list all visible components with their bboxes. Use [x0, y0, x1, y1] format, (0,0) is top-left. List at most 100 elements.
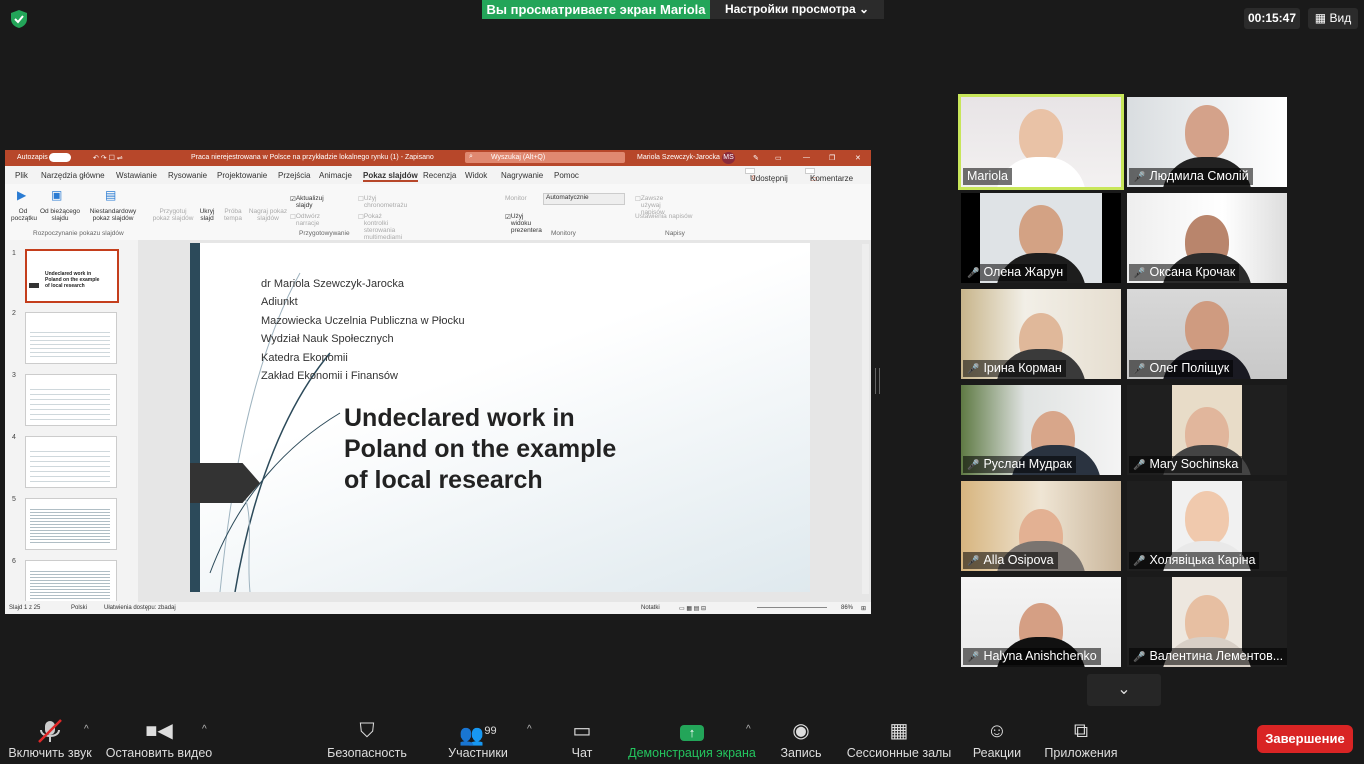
zoom-level[interactable]: 86% [841, 605, 853, 611]
share-button[interactable]: ⇪ Udostępnij [745, 168, 788, 183]
play-from-start-icon[interactable]: ▶ [17, 188, 26, 202]
menu-review[interactable]: Recenzja [423, 171, 456, 180]
menu-slideshow[interactable]: Pokaz slajdów [363, 171, 418, 182]
menu-design[interactable]: Projektowanie [217, 171, 267, 180]
breakout-rooms-button[interactable]: ▦ Сессионные залы [846, 712, 952, 764]
always-captions-checkbox[interactable]: ☐ Zawsze używaj napisów [635, 195, 665, 216]
slide-thumbnail[interactable] [25, 498, 117, 550]
security-button[interactable]: ⛉ Безопасность [322, 712, 412, 764]
participant-tile[interactable]: 🎤 Холявіцька Каріна [1127, 481, 1287, 571]
minimize-icon[interactable]: — [803, 154, 810, 161]
thumb-number: 1 [12, 250, 16, 257]
participant-tile[interactable]: 🎤 Людмила Смолій [1127, 97, 1287, 187]
custom-show-icon[interactable]: ▤ [105, 188, 116, 202]
participant-tile[interactable]: 🎤 Halyna Anishchenko [961, 577, 1121, 667]
participant-tile[interactable]: 🎤 Mary Sochinska [1127, 385, 1287, 475]
panel-splitter[interactable] [875, 368, 880, 394]
monitor-select[interactable]: Automatycznie [543, 193, 625, 205]
slide-thumbnails-pane[interactable]: 1 Undeclared work in Poland on the exampl… [5, 240, 138, 602]
participant-name: Mariola [963, 168, 1012, 185]
chat-button[interactable]: ▭ Чат [555, 712, 609, 764]
menu-transitions[interactable]: Przejścia [278, 171, 310, 180]
pen-icon[interactable]: ✎ [753, 154, 759, 162]
menu-draw[interactable]: Rysowanie [168, 171, 207, 180]
ppt-search-box[interactable]: ⌕ Wyszukaj (Alt+Q) [465, 152, 625, 163]
ppt-user-name: Mariola Szewczyk-Jarocka [637, 154, 720, 161]
view-settings-button[interactable]: Настройки просмотра ⌄ [710, 0, 884, 19]
accessibility-label[interactable]: Ułatwienia dostępu: zbadaj [104, 605, 176, 611]
language-label[interactable]: Polski [71, 605, 87, 611]
slide-thumbnail[interactable]: Undeclared work in Poland on the example o… [25, 249, 119, 303]
participant-tile[interactable]: 🎤 Олег Поліщук [1127, 289, 1287, 379]
comments-button[interactable]: ▭ Komentarze [805, 168, 853, 183]
participants-button[interactable]: 👥99 Участники [440, 712, 516, 764]
fit-slide-icon[interactable]: ⊞ [861, 605, 866, 612]
play-from-current-icon[interactable]: ▣ [51, 188, 62, 202]
prepare-show-button[interactable]: Przygotuj pokaz slajdów [150, 208, 196, 222]
slide-thumbnail[interactable] [25, 436, 117, 488]
from-current-button[interactable]: Od bieżącego slajdu [39, 208, 81, 222]
unmute-button[interactable]: Включить звук [0, 712, 100, 764]
reactions-button[interactable]: ☺ Реакции [968, 712, 1026, 764]
gallery-next-page-button[interactable]: ⌄ [1087, 674, 1161, 706]
menu-plik[interactable]: Plik [15, 171, 28, 180]
muted-mic-icon: 🎤 [967, 460, 980, 471]
hide-slide-button[interactable]: Ukryj slajd [197, 208, 217, 222]
reactions-smiley-icon: ☺ [986, 720, 1008, 742]
chevron-up-icon[interactable]: ^ [746, 724, 751, 735]
notes-button[interactable]: Notatki [641, 605, 660, 611]
use-timing-checkbox[interactable]: ☐ Użyj chronometrażu [358, 195, 407, 209]
menu-record[interactable]: Nagrywanie [501, 171, 543, 180]
menu-animations[interactable]: Animacje [319, 171, 352, 180]
slide-thumbnail[interactable] [25, 374, 117, 426]
apps-button[interactable]: ⧉ Приложения [1042, 712, 1120, 764]
maximize-icon[interactable]: ❐ [829, 154, 835, 162]
presenter-view-checkbox[interactable]: ☑ Użyj widoku prezentera [505, 213, 542, 234]
rehearse-button[interactable]: Próba tempa [221, 208, 245, 222]
slide-thumbnail[interactable] [25, 560, 117, 601]
video-button[interactable]: ■◀ Остановить видео [104, 712, 214, 764]
record-button[interactable]: ◉ Запись [774, 712, 828, 764]
avatar[interactable]: MS [722, 152, 735, 164]
vertical-scrollbar[interactable] [862, 244, 869, 594]
slide-editor[interactable]: dr Mariola Szewczyk-Jarocka Adiunkt Mazo… [138, 240, 871, 602]
autosave-toggle[interactable] [49, 153, 71, 162]
menu-home[interactable]: Narzędzia główne [41, 171, 105, 180]
menu-insert[interactable]: Wstawianie [116, 171, 157, 180]
ribbon-display-icon[interactable]: ▭ [775, 154, 782, 162]
participant-tile[interactable]: 🎤 Руслан Мудрак [961, 385, 1121, 475]
show-media-checkbox[interactable]: ☐ Pokaż kontrolki sterowania multimediam… [358, 213, 402, 241]
undo-icon[interactable]: ↶ ↷ ☐ ⇌ [93, 154, 123, 162]
participant-tile[interactable]: 🎤 Оксана Крочак [1127, 193, 1287, 283]
chevron-down-icon: ⌄ [1117, 681, 1131, 698]
custom-show-button[interactable]: Niestandardowy pokaz slajdów [87, 208, 139, 222]
current-slide[interactable]: dr Mariola Szewczyk-Jarocka Adiunkt Mazo… [190, 243, 810, 592]
chevron-up-icon[interactable]: ^ [84, 724, 89, 735]
apps-label: Приложения [1044, 746, 1118, 760]
play-narration-checkbox[interactable]: ☐ Odtwórz narracje [290, 213, 320, 227]
view-mode-icons[interactable]: ▭ ▦ ▤ ⊟ [679, 605, 706, 612]
caption-settings-button[interactable]: Ustawienia napisów [635, 213, 692, 220]
end-meeting-button[interactable]: Завершение [1257, 725, 1353, 753]
encryption-shield-icon[interactable] [8, 8, 30, 30]
participant-tile[interactable]: 🎤 Валентина Лементов... [1127, 577, 1287, 667]
chevron-up-icon[interactable]: ^ [527, 724, 532, 735]
close-icon[interactable]: ✕ [855, 154, 861, 162]
participant-tile[interactable]: Mariola [958, 94, 1124, 190]
title-line: of local research [344, 466, 543, 494]
menu-help[interactable]: Pomoc [554, 171, 579, 180]
from-start-button[interactable]: Od początku [11, 208, 37, 222]
menu-view[interactable]: Widok [465, 171, 487, 180]
zoom-slider[interactable] [757, 607, 827, 608]
slide-thumbnail[interactable] [25, 312, 117, 364]
grid-icon: ▦ [1314, 11, 1327, 25]
participant-tile[interactable]: 🎤 Олена Жарун [961, 193, 1121, 283]
participant-tile[interactable]: 🎤 Ірина Корман [961, 289, 1121, 379]
participant-tile[interactable]: 🎤 Alla Osipova [961, 481, 1121, 571]
shared-screen[interactable]: Autozapis ↶ ↷ ☐ ⇌ Praca nierejestrowana … [5, 150, 871, 614]
share-screen-button[interactable]: ↑ Демонстрация экрана [626, 712, 758, 764]
chevron-up-icon[interactable]: ^ [202, 724, 207, 735]
update-slides-checkbox[interactable]: ☑ Aktualizuj slajdy [290, 195, 324, 209]
record-show-button[interactable]: Nagraj pokaz slajdów [246, 208, 290, 222]
view-button[interactable]: ▦ Вид [1308, 8, 1358, 29]
